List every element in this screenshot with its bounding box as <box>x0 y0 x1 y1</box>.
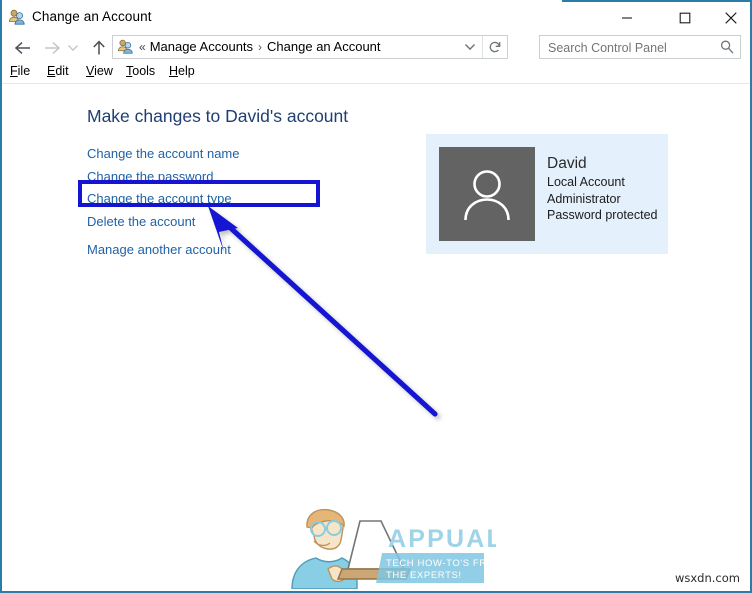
search-icon[interactable] <box>719 39 735 55</box>
link-change-account-type[interactable]: Change the account type <box>87 191 232 206</box>
link-change-password[interactable]: Change the password <box>87 169 213 184</box>
account-password-status: Password protected <box>547 208 658 222</box>
up-button[interactable] <box>86 35 112 60</box>
title-bar: Change an Account <box>2 2 750 32</box>
menu-help[interactable]: Help <box>169 64 195 78</box>
close-button[interactable] <box>708 4 752 32</box>
control-panel-window: Change an Account « Manage Accounts › Ch… <box>0 0 752 593</box>
minimize-button[interactable] <box>604 4 649 32</box>
window-title: Change an Account <box>32 9 152 24</box>
menu-file-accel: F <box>10 64 18 78</box>
account-type-local: Local Account <box>547 175 625 189</box>
address-user-accounts-icon <box>117 39 134 55</box>
user-accounts-icon <box>8 9 26 26</box>
recent-locations-chevron-down-icon[interactable] <box>64 35 82 60</box>
breadcrumb-overflow[interactable]: « <box>139 40 150 54</box>
address-chevron-down-icon[interactable] <box>459 36 481 58</box>
content-area: Make changes to David's account Change t… <box>2 84 750 591</box>
refresh-icon[interactable] <box>482 36 506 58</box>
menu-help-label: elp <box>178 64 195 78</box>
account-name: David <box>547 155 587 172</box>
link-change-account-name[interactable]: Change the account name <box>87 146 240 161</box>
site-credit: wsxdn.com <box>674 571 740 585</box>
navigation-bar: « Manage Accounts › Change an Account <box>2 33 750 62</box>
breadcrumb: « Manage Accounts › Change an Account <box>139 39 381 54</box>
forward-button[interactable] <box>39 35 65 60</box>
account-role-administrator: Administrator <box>547 191 621 206</box>
menu-help-accel: H <box>169 64 179 78</box>
menu-bar: File Edit View Tools Help <box>2 62 750 84</box>
search-input[interactable] <box>546 36 718 60</box>
menu-tools[interactable]: Tools <box>126 64 155 78</box>
page-title: Make changes to David's account <box>87 106 349 126</box>
menu-tools-label: ools <box>132 64 156 78</box>
link-delete-account[interactable]: Delete the account <box>87 214 195 229</box>
menu-file[interactable]: File <box>10 64 30 78</box>
search-control-panel-box[interactable] <box>539 35 741 60</box>
avatar <box>439 147 535 241</box>
breadcrumb-item-manage-accounts[interactable]: Manage Accounts <box>150 39 253 54</box>
breadcrumb-item-change-an-account[interactable]: Change an Account <box>267 39 380 54</box>
menu-view-accel: V <box>86 64 95 78</box>
menu-view[interactable]: View <box>86 64 113 78</box>
account-details: David Local Account Administrator Passwo… <box>547 154 657 224</box>
menu-view-label: iew <box>94 64 113 78</box>
back-button[interactable] <box>10 35 36 60</box>
maximize-button[interactable] <box>662 4 707 32</box>
address-bar[interactable]: « Manage Accounts › Change an Account <box>112 35 508 59</box>
menu-edit-label: dit <box>55 64 69 78</box>
link-manage-another-account[interactable]: Manage another account <box>87 242 231 257</box>
breadcrumb-separator: › <box>258 39 263 54</box>
menu-edit[interactable]: Edit <box>47 64 69 78</box>
menu-file-label: ile <box>17 64 31 78</box>
account-summary-card: David Local Account Administrator Passwo… <box>426 134 668 254</box>
